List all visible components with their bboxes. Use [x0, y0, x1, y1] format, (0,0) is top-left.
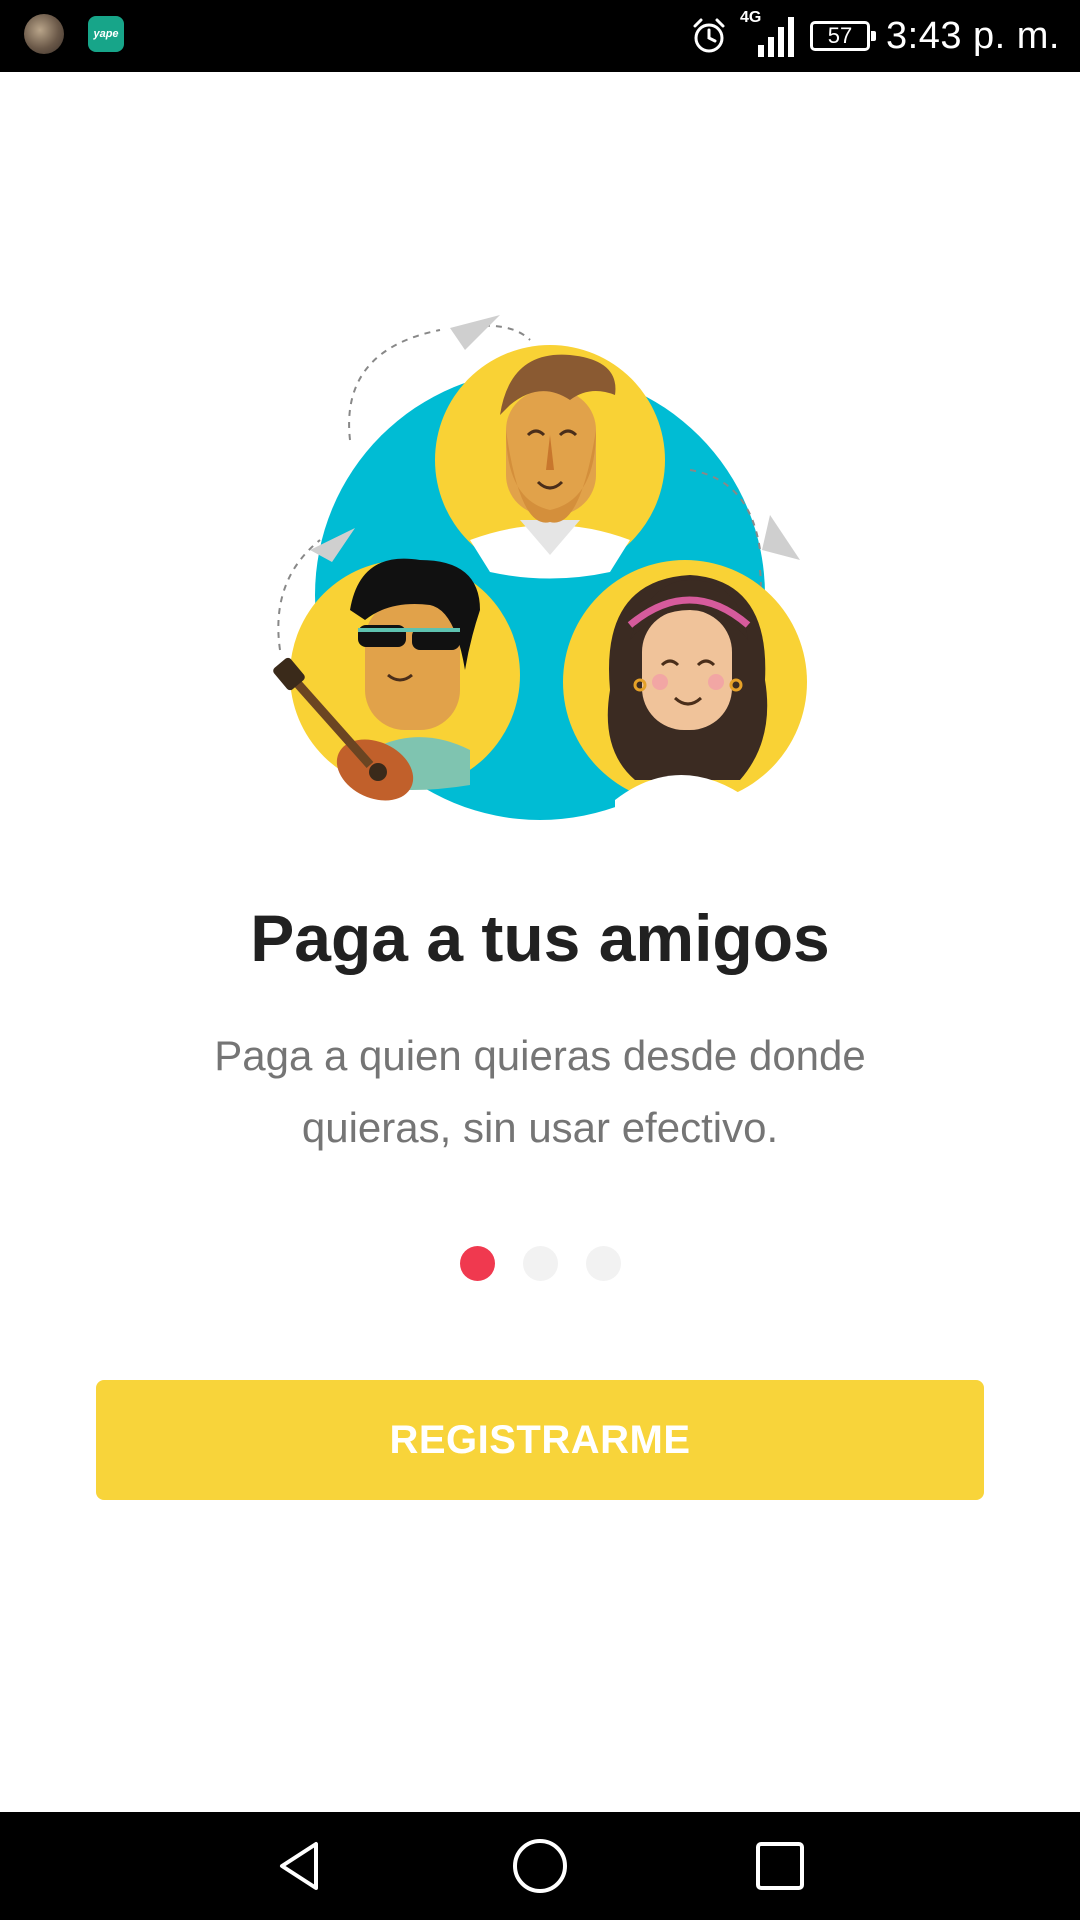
paper-plane-icon: [762, 515, 800, 560]
system-nav-bar: [0, 1812, 1080, 1920]
home-icon[interactable]: [510, 1836, 570, 1896]
alarm-icon: [693, 18, 725, 53]
page-dot-3[interactable]: [585, 1246, 621, 1281]
signal-icon: 4G: [740, 9, 795, 59]
page-subtitle: Paga a quien quieras desde donde quieras…: [214, 1032, 866, 1151]
status-bar: yape 4G 57 3:43 p. m.: [0, 0, 1080, 72]
page-dot-2[interactable]: [522, 1246, 558, 1281]
back-icon[interactable]: [270, 1836, 330, 1896]
register-button[interactable]: REGISTRARME: [96, 1380, 984, 1500]
page-dot-1[interactable]: [459, 1246, 495, 1281]
status-indicators: 4G 57 3:43 p. m.: [690, 9, 1060, 62]
recents-icon[interactable]: [750, 1836, 810, 1896]
avatar-notification-icon: [24, 14, 64, 54]
page-indicator: [0, 1246, 1080, 1281]
paper-plane-icon: [450, 315, 500, 350]
status-time: 3:43 p. m.: [886, 14, 1060, 57]
notification-icons: yape: [24, 14, 124, 54]
battery-level: 57: [827, 23, 853, 48]
battery-icon: 57: [810, 21, 877, 51]
yape-app-icon: yape: [88, 16, 124, 52]
onboarding-screen: yape 4G 57 3:43 p. m. Paga a tus amigos …: [0, 0, 1080, 1920]
friends-illustration: [273, 315, 807, 820]
page-title: Paga a tus amigos: [250, 901, 830, 975]
